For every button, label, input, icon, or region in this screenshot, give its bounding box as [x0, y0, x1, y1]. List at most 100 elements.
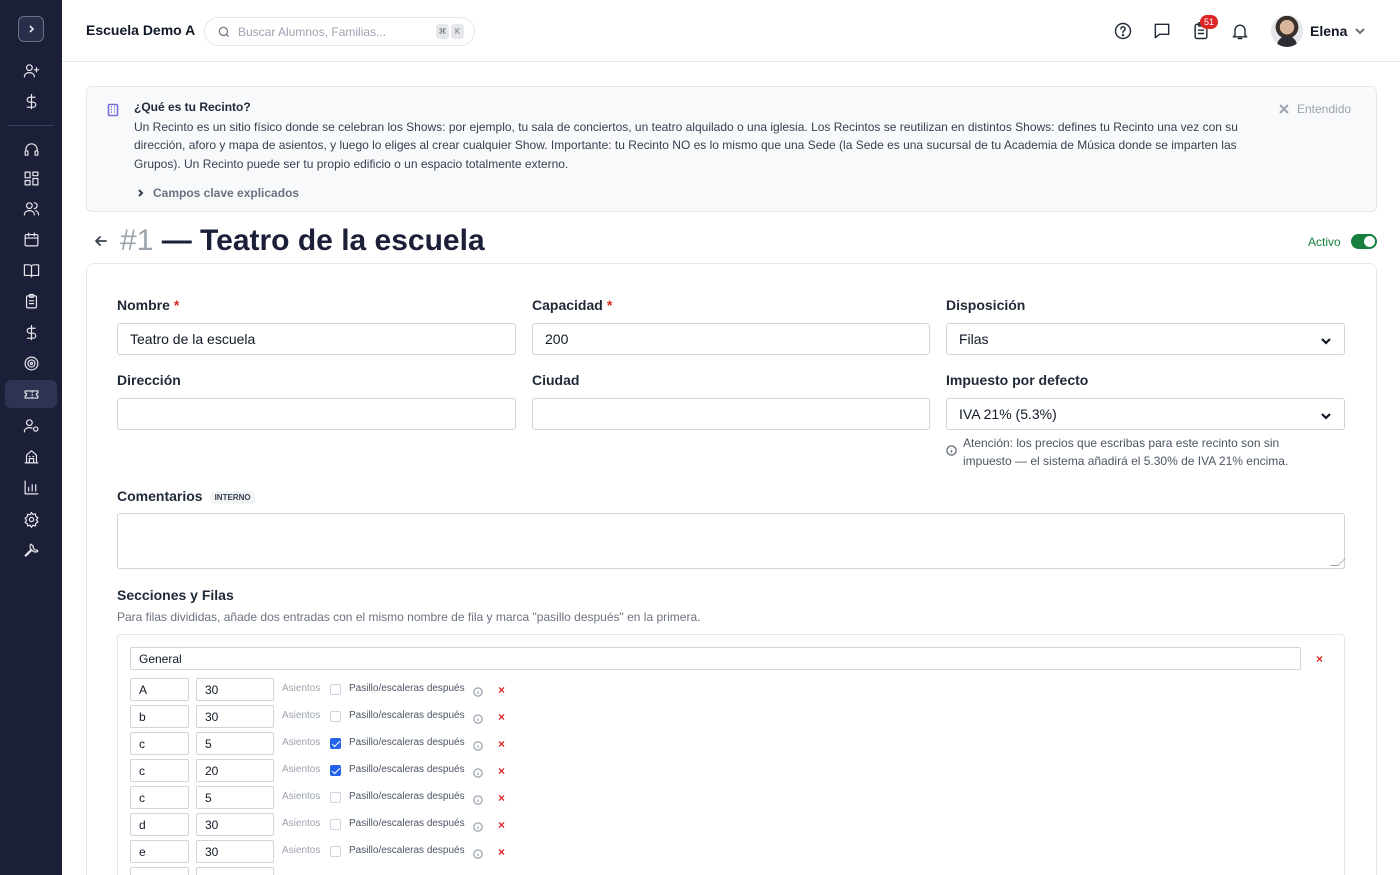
venue-title: — Teatro de la escuela [161, 224, 485, 257]
sidebar-item-courses[interactable] [5, 256, 57, 284]
remove-row-button[interactable]: × [498, 765, 505, 777]
sidebar-item-billing[interactable] [5, 318, 57, 346]
capacity-label: Capacidad * [532, 297, 613, 313]
chart-icon [24, 480, 38, 494]
seat-row: c 20 Asientos Pasillo/escaleras después × [130, 759, 530, 783]
sidebar-item-tools[interactable] [5, 536, 57, 564]
aisle-checkbox[interactable] [330, 792, 341, 803]
section-name-field[interactable]: General [130, 647, 1301, 670]
row-seats-field[interactable]: 30 [196, 813, 274, 836]
active-toggle[interactable] [1351, 234, 1377, 249]
info-title: ¿Qué es tu Recinto? [134, 100, 251, 114]
sidebar-item-shows[interactable] [5, 380, 57, 408]
user-name[interactable]: Elena [1310, 23, 1347, 39]
row-seats-field[interactable]: 30 [196, 678, 274, 701]
row-name-field[interactable]: c [130, 732, 189, 755]
aisle-checkbox[interactable] [330, 819, 341, 830]
sidebar-item-support[interactable] [5, 135, 57, 163]
chevron-down-icon [1320, 409, 1332, 421]
row-seats-field[interactable]: 30 [196, 840, 274, 863]
remove-row-button[interactable]: × [498, 819, 505, 831]
row-name-field[interactable]: d [130, 813, 189, 836]
row-name-field[interactable]: c [130, 759, 189, 782]
sidebar-item-quick-payment[interactable] [5, 87, 57, 115]
remove-row-button[interactable]: × [498, 792, 505, 804]
sidebar-item-calendar[interactable] [5, 225, 57, 253]
info-icon [473, 765, 483, 778]
capacity-field[interactable]: 200 [532, 323, 930, 355]
row-name-field[interactable]: A [130, 678, 189, 701]
remove-row-button[interactable]: × [498, 684, 505, 696]
remove-row-button[interactable]: × [498, 846, 505, 858]
aisle-label: Pasillo/escaleras después [349, 683, 465, 694]
city-label: Ciudad [532, 372, 580, 388]
school-name[interactable]: Escuela Demo A [86, 22, 195, 38]
aisle-checkbox[interactable] [330, 684, 341, 695]
layout-label: Disposición [946, 297, 1026, 313]
help-icon [1114, 22, 1132, 40]
row-seats-field[interactable]: 30 [196, 705, 274, 728]
aisle-checkbox[interactable] [330, 765, 341, 776]
search-input[interactable]: Buscar Alumnos, Familias... ⌘ K [204, 17, 475, 46]
aisle-checkbox[interactable] [330, 711, 341, 722]
row-seats-field[interactable]: 20 [196, 759, 274, 782]
remove-row-button[interactable]: × [498, 711, 505, 723]
sidebar-expand-button[interactable] [18, 16, 44, 42]
tax-select[interactable]: IVA 21% (5.3%) [946, 398, 1345, 430]
remove-section-button[interactable]: × [1316, 653, 1323, 665]
row-name-field[interactable]: e [130, 840, 189, 863]
dollar-icon [26, 324, 36, 340]
layout-select[interactable]: Filas [946, 323, 1345, 355]
arrow-left-icon [95, 236, 107, 246]
key-fields-expander[interactable]: Campos clave explicados [137, 186, 299, 200]
row-seats-field[interactable] [196, 867, 274, 875]
sidebar-item-tasks[interactable] [5, 287, 57, 315]
dollar-icon [26, 93, 36, 109]
user-menu-chevron[interactable] [1354, 24, 1366, 36]
clipboard-icon [25, 293, 37, 308]
address-label: Dirección [117, 372, 181, 388]
avatar[interactable] [1271, 15, 1303, 47]
row-name-field[interactable]: b [130, 705, 189, 728]
book-icon [23, 263, 39, 277]
sidebar-item-staff[interactable] [5, 411, 57, 439]
address-field[interactable] [117, 398, 516, 430]
sidebar-item-goals[interactable] [5, 349, 57, 377]
name-field[interactable]: Teatro de la escuela [117, 323, 516, 355]
chevron-down-icon [1320, 334, 1332, 346]
seat-row-partial [130, 867, 530, 875]
city-field[interactable] [532, 398, 930, 430]
comments-textarea[interactable] [117, 513, 1345, 569]
row-seats-field[interactable]: 5 [196, 786, 274, 809]
sidebar-item-add-student[interactable] [5, 56, 57, 84]
sidebar-item-settings[interactable] [5, 505, 57, 533]
aisle-checkbox[interactable] [330, 738, 341, 749]
info-icon [946, 445, 957, 456]
sidebar-item-students[interactable] [5, 194, 57, 222]
sidebar-item-locations[interactable] [5, 442, 57, 470]
dismiss-info-button[interactable]: Entendido [1279, 102, 1351, 116]
row-name-field[interactable] [130, 867, 189, 875]
row-name-field[interactable]: c [130, 786, 189, 809]
back-button[interactable] [93, 233, 109, 249]
notifications-button[interactable] [1230, 21, 1250, 41]
seats-label: Asientos [282, 845, 321, 856]
row-seats-field[interactable]: 5 [196, 732, 274, 755]
key-fields-label: Campos clave explicados [153, 186, 300, 200]
remove-row-button[interactable]: × [498, 738, 505, 750]
sections-subtitle: Para filas divididas, añade dos entradas… [117, 610, 701, 624]
tasks-count-badge: 51 [1200, 15, 1218, 29]
info-panel: ¿Qué es tu Recinto? Un Recinto es un sit… [86, 86, 1377, 212]
messages-button[interactable] [1152, 21, 1172, 41]
aisle-checkbox[interactable] [330, 846, 341, 857]
aisle-label: Pasillo/escaleras después [349, 818, 465, 829]
help-button[interactable] [1113, 21, 1133, 41]
aisle-label: Pasillo/escaleras después [349, 764, 465, 775]
sidebar-item-dashboard[interactable] [5, 164, 57, 192]
chevron-down-icon [1355, 28, 1365, 35]
sidebar-item-reports[interactable] [5, 473, 57, 501]
users-icon [23, 201, 39, 215]
seats-label: Asientos [282, 818, 321, 829]
building-info-icon [106, 103, 120, 117]
shortcut-key-cmd: ⌘ [436, 24, 449, 39]
